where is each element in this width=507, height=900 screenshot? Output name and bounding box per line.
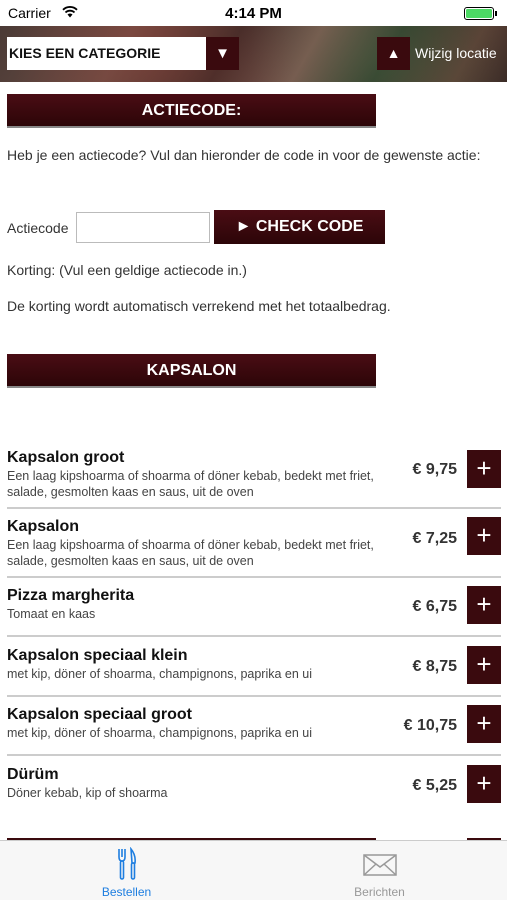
tab-bestellen[interactable]: Bestellen <box>0 841 253 900</box>
action-code-input[interactable] <box>76 212 210 243</box>
add-to-cart-button[interactable]: + <box>467 705 501 743</box>
action-code-intro: Heb je een actiecode? Vul dan hieronder … <box>7 147 481 163</box>
product-description: Döner kebab, kip of shoarma <box>7 786 168 800</box>
product-row: Kapsalon speciaal groot met kip, döner o… <box>7 705 501 745</box>
product-row: Kapsalon Een laag kipshoarma of shoarma … <box>7 517 501 569</box>
divider <box>7 507 501 509</box>
divider <box>7 576 501 578</box>
triangle-up-icon: ▲ <box>386 45 401 61</box>
tab-label: Bestellen <box>101 885 152 899</box>
change-location-link[interactable]: Wijzig locatie <box>415 45 497 61</box>
product-description: Een laag kipshoarma of shoarma of döner … <box>7 469 374 499</box>
product-row: Pizza margherita Tomaat en kaas € 6,75 + <box>7 586 501 626</box>
product-description: met kip, döner of shoarma, champignons, … <box>7 726 313 740</box>
product-price: € 10,75 <box>403 717 457 734</box>
add-to-cart-button[interactable]: + <box>467 586 501 624</box>
divider <box>7 695 501 697</box>
add-to-cart-button[interactable]: + <box>467 646 501 684</box>
discount-status: Korting: (Vul een geldige actiecode in.) <box>7 262 247 278</box>
divider <box>7 635 501 637</box>
add-to-cart-button[interactable]: + <box>467 517 501 555</box>
discount-note: De korting wordt automatisch verrekend m… <box>7 298 391 314</box>
category-dropdown-button[interactable]: ▼ <box>206 37 239 70</box>
product-row: Dürüm Döner kebab, kip of shoarma € 5,25… <box>7 765 501 805</box>
product-price: € 5,25 <box>412 777 457 794</box>
tab-berichten[interactable]: Berichten <box>253 841 506 900</box>
product-description: met kip, döner of shoarma, champignons, … <box>7 667 313 681</box>
product-description: Tomaat en kaas <box>7 607 96 621</box>
add-to-cart-button[interactable]: + <box>467 765 501 803</box>
product-price: € 8,75 <box>412 658 457 675</box>
product-row: Kapsalon speciaal klein met kip, döner o… <box>7 646 501 686</box>
header: KIES EEN CATEGORIE ▼ ▲ Wijzig locatie <box>0 26 507 82</box>
clock: 4:14 PM <box>225 5 282 22</box>
battery-icon <box>464 7 497 20</box>
category-header-kapsalon: KAPSALON <box>7 354 376 388</box>
action-code-header: ACTIECODE: <box>7 94 376 128</box>
product-row: Kapsalon groot Een laag kipshoarma of sh… <box>7 448 501 500</box>
divider <box>7 754 501 756</box>
fork-knife-icon <box>118 847 136 880</box>
add-to-cart-button[interactable]: + <box>467 450 501 488</box>
product-description: Een laag kipshoarma of shoarma of döner … <box>7 538 374 568</box>
category-select[interactable]: KIES EEN CATEGORIE <box>7 37 206 70</box>
product-price: € 9,75 <box>412 461 457 478</box>
check-code-button[interactable]: ► CHECK CODE <box>214 210 385 244</box>
status-bar: Carrier 4:14 PM <box>0 0 507 26</box>
product-price: € 7,25 <box>412 530 457 547</box>
tab-bar: Bestellen Berichten <box>0 840 507 900</box>
triangle-down-icon: ▼ <box>215 45 230 62</box>
envelope-icon <box>363 854 397 876</box>
tab-label: Berichten <box>354 885 405 899</box>
action-code-label: Actiecode <box>7 220 69 236</box>
product-price: € 6,75 <box>412 598 457 615</box>
location-button[interactable]: ▲ <box>377 37 410 70</box>
